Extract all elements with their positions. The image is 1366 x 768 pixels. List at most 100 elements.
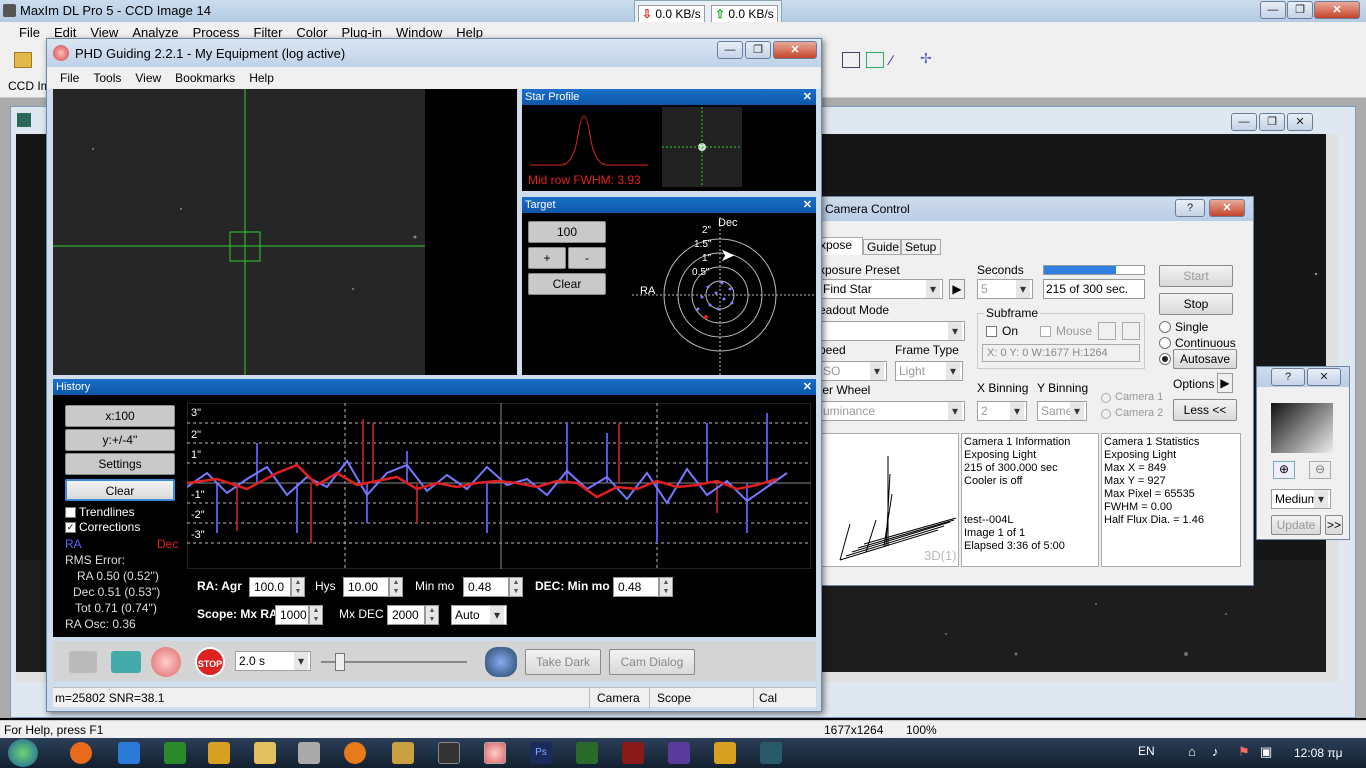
cc-help-button[interactable]: ? [1175,199,1205,217]
camera1-radio[interactable] [1101,393,1111,403]
history-clear-button[interactable]: Clear [65,479,175,501]
target-close-icon[interactable]: ✕ [803,197,812,213]
flag-icon[interactable]: ⚑ [1238,744,1250,760]
clock[interactable]: 12:08 πμ [1294,746,1343,760]
brain-icon[interactable] [485,647,517,677]
phd-maximize-button[interactable]: ❐ [745,41,771,59]
more-button[interactable]: >> [1325,515,1343,535]
mx-ra-spinner[interactable]: ▲ ▼ [309,605,323,625]
mx-dec-spinner[interactable]: ▲ ▼ [425,605,439,625]
app-icon[interactable] [576,742,598,764]
start-button[interactable]: Start [1159,265,1233,287]
network-tray-icon[interactable]: ⌂ [1188,744,1196,759]
ra-min-mo-spinner[interactable]: ▲ ▼ [509,577,523,597]
single-radio[interactable] [1159,321,1171,333]
zoom-level-select[interactable]: Medium [1271,489,1331,509]
crosshair-tool-icon[interactable]: ✢ [920,50,938,68]
menu-file[interactable]: File [12,22,47,44]
subframe-select-icon[interactable] [1098,322,1116,340]
gamma-slider[interactable] [321,653,467,671]
hys-spinner[interactable]: ▲ ▼ [389,577,403,597]
loop-exposure-icon[interactable] [151,647,181,677]
phd-taskbar-icon[interactable] [484,742,506,764]
y-binning-select[interactable]: Same [1037,401,1087,421]
mx-dec-input[interactable]: 2000 [387,605,425,625]
phd-menu-help[interactable]: Help [242,67,281,89]
camera2-radio[interactable] [1101,409,1111,419]
x-binning-select[interactable]: 2 [977,401,1027,421]
app-icon[interactable] [298,742,320,764]
take-dark-button[interactable]: Take Dark [525,649,601,675]
close-button[interactable]: ✕ [1314,1,1360,19]
update-button[interactable]: Update [1271,515,1321,535]
firefox-icon[interactable] [70,742,92,764]
trendlines-checkbox[interactable] [65,507,76,518]
phd-close-button[interactable]: ✕ [773,41,817,59]
image-tool-icon[interactable] [842,52,860,68]
image-maximize-button[interactable]: ❐ [1259,113,1285,131]
phd-menu-tools[interactable]: Tools [86,67,128,89]
target-scale-select[interactable]: 100 [528,221,606,243]
camera-connect-icon[interactable] [69,651,97,673]
mx-ra-input[interactable]: 1000 [275,605,309,625]
side-help-button[interactable]: ? [1271,368,1305,386]
image-close-button[interactable]: ✕ [1287,113,1313,131]
star-profile-close-icon[interactable]: ✕ [803,89,812,105]
zoom-out-icon[interactable]: ⊖ [1309,461,1331,479]
subframe-full-icon[interactable] [1122,322,1140,340]
photoshop-icon[interactable]: Ps [530,742,552,764]
maximize-button[interactable]: ❐ [1287,1,1313,19]
minimize-button[interactable]: — [1260,1,1286,19]
maxim-taskbar-icon[interactable] [438,742,460,764]
app-icon[interactable] [344,742,366,764]
autosave-radio[interactable] [1159,353,1171,365]
seconds-input[interactable]: 5 [977,279,1033,299]
stop-icon[interactable]: STOP [195,647,225,677]
ie-icon[interactable] [118,742,140,764]
ra-agr-spinner[interactable]: ▲ ▼ [291,577,305,597]
media-icon[interactable] [208,742,230,764]
preset-go-icon[interactable]: ▶ [949,279,965,299]
app-icon[interactable] [668,742,690,764]
target-clear-button[interactable]: Clear [528,273,606,295]
explorer-icon[interactable] [254,742,276,764]
dec-min-mo-spinner[interactable]: ▲ ▼ [659,577,673,597]
cam-dialog-button[interactable]: Cam Dialog [609,649,695,675]
exposure-duration-select[interactable]: 2.0 s [235,651,311,671]
frame-type-select[interactable]: Light [895,361,963,381]
side-close-button[interactable]: ✕ [1307,368,1341,386]
guide-camera-image[interactable] [53,89,517,375]
stop-button[interactable]: Stop [1159,293,1233,315]
open-folder-icon[interactable] [14,52,32,68]
filter-select[interactable]: uminance [819,401,965,421]
history-settings-button[interactable]: Settings [65,453,175,475]
readout-mode-select[interactable] [819,321,965,341]
phd-menu-file[interactable]: File [53,67,86,89]
autosave-button[interactable]: Autosave [1173,349,1237,369]
tray-icon[interactable]: ▣ [1260,744,1272,760]
app-icon[interactable] [714,742,736,764]
app-icon[interactable] [392,742,414,764]
phd-menu-view[interactable]: View [128,67,168,89]
phd-minimize-button[interactable]: — [717,41,743,59]
scope-connect-icon[interactable] [111,651,141,673]
app-icon[interactable] [164,742,186,764]
corrections-checkbox[interactable]: ✓ [65,522,76,533]
speed-select[interactable]: SO [819,361,887,381]
history-close-icon[interactable]: ✕ [803,379,812,395]
subframe-mouse-checkbox[interactable] [1040,326,1051,337]
image-minimize-button[interactable]: — [1231,113,1257,131]
x-scale-select[interactable]: x:100 [65,405,175,427]
hys-input[interactable]: 10.00 [343,577,389,597]
subframe-on-checkbox[interactable] [986,326,997,337]
dec-min-mo-input[interactable]: 0.48 [613,577,659,597]
target-zoom-in-button[interactable]: + [528,247,566,269]
histogram-icon[interactable] [866,52,884,68]
tab-setup[interactable]: Setup [901,239,941,255]
zoom-in-icon[interactable]: ⊕ [1273,461,1295,479]
phd-menu-bookmarks[interactable]: Bookmarks [168,67,242,89]
target-zoom-out-button[interactable]: - [568,247,606,269]
cc-close-button[interactable]: ✕ [1209,199,1245,217]
tab-expose[interactable]: xpose [817,237,863,255]
app-icon[interactable] [622,742,644,764]
